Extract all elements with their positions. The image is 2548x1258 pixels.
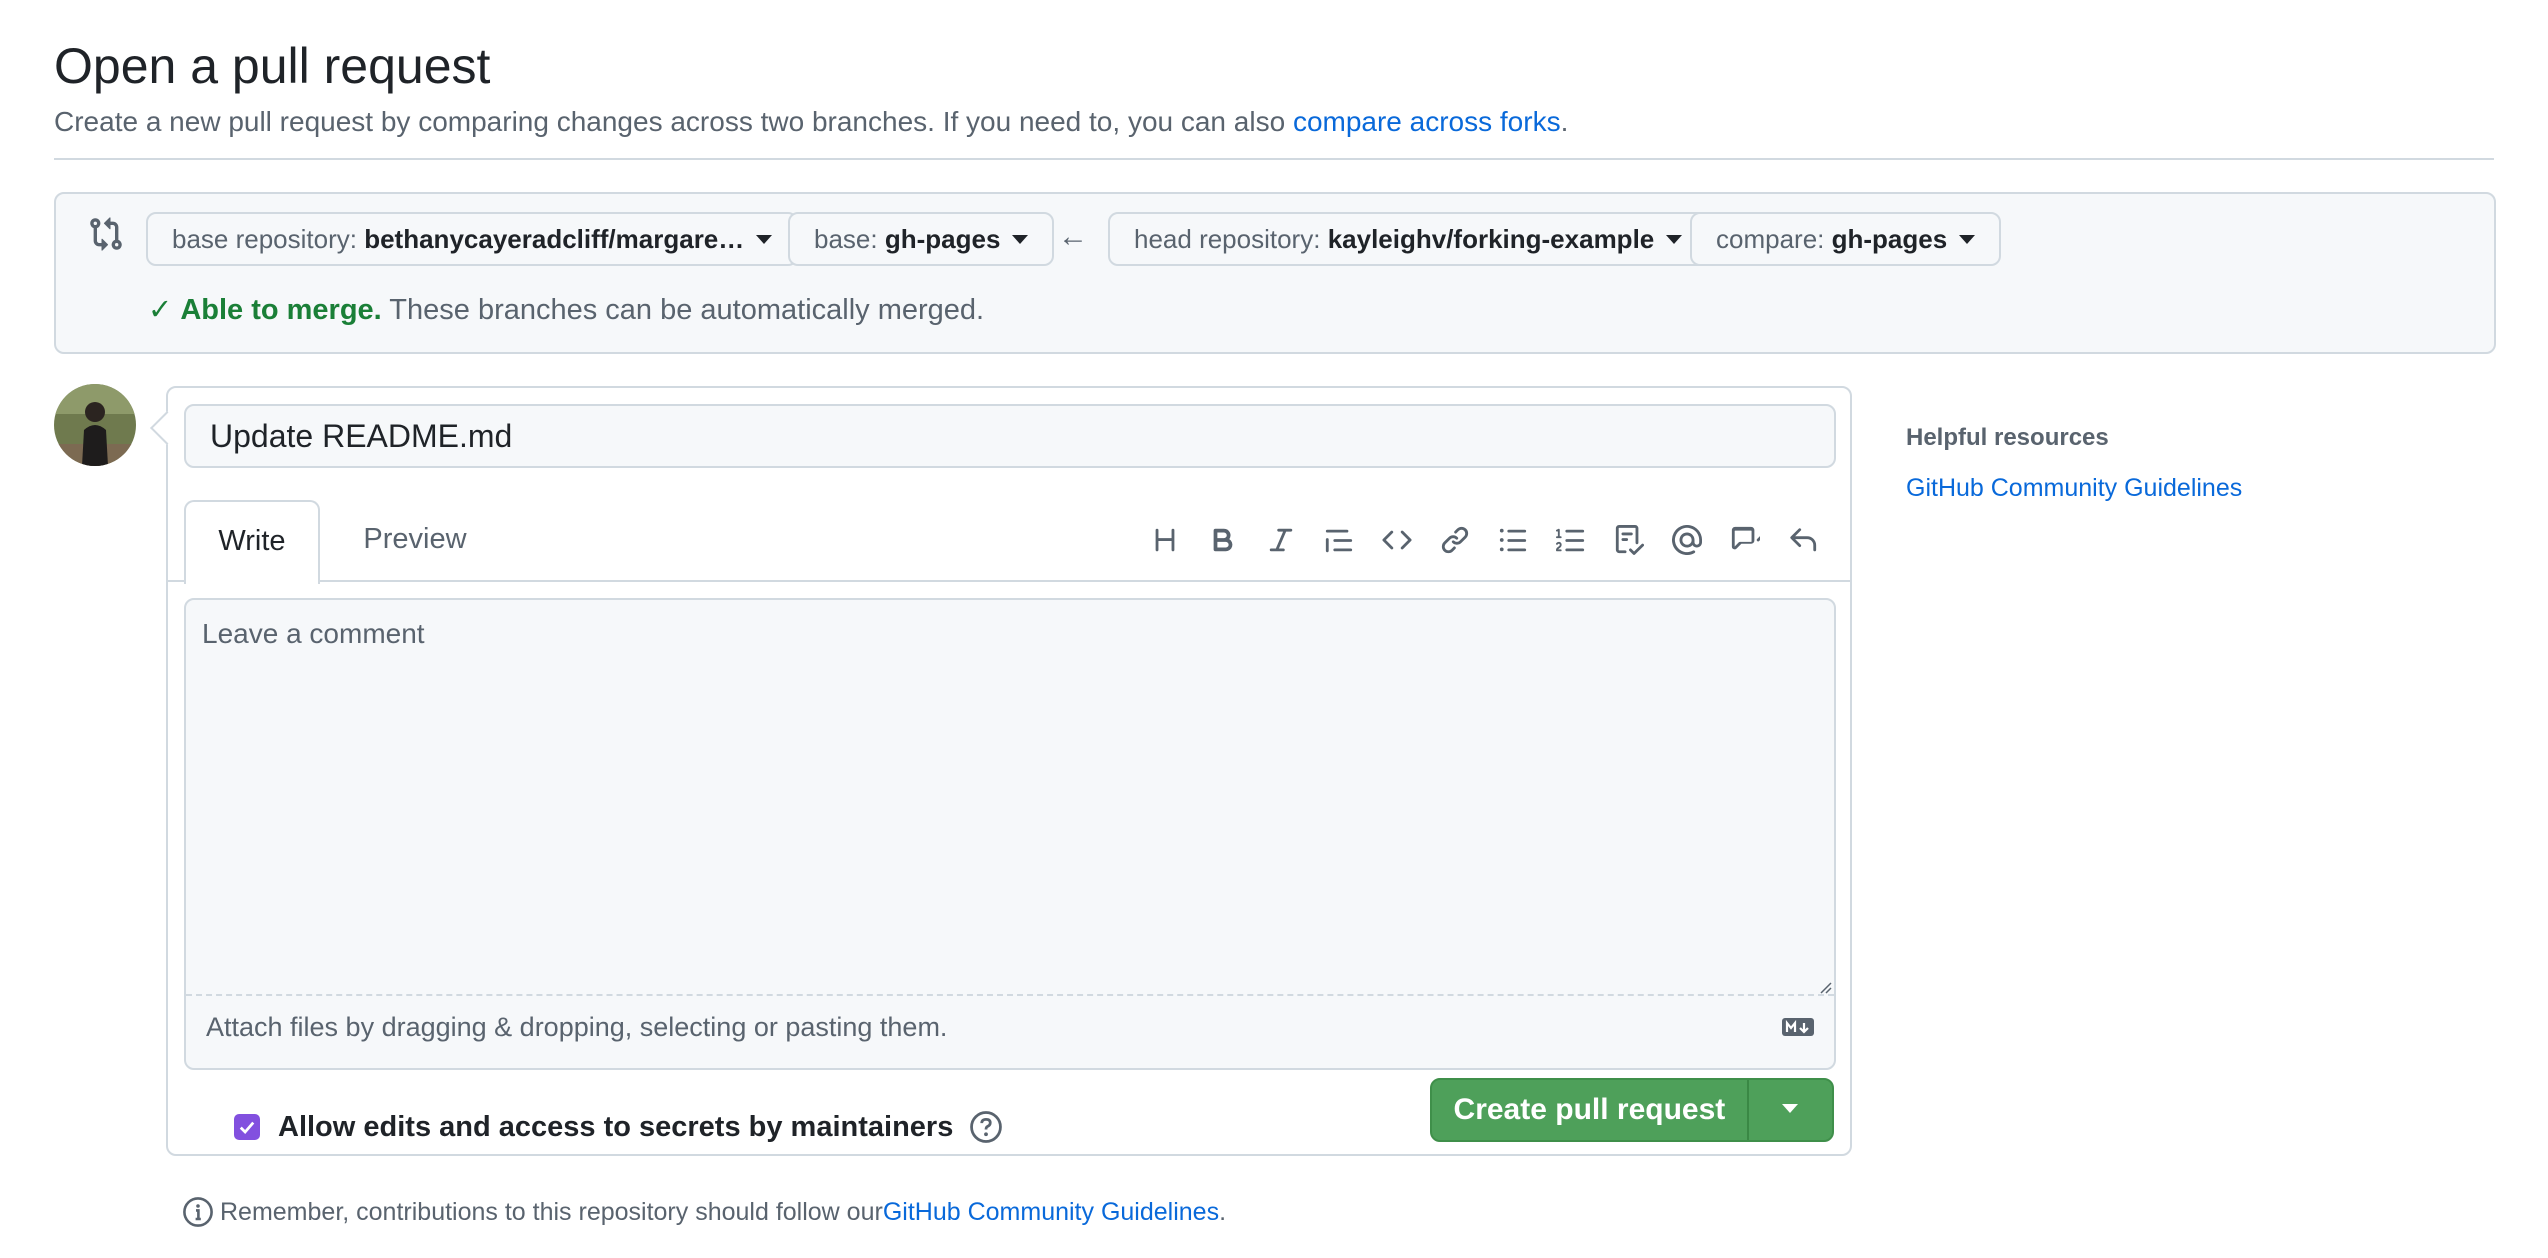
check-icon: ✓ — [148, 294, 173, 326]
allow-edits-checkbox[interactable] — [234, 1114, 260, 1140]
italic-icon[interactable] — [1252, 516, 1310, 564]
link-icon[interactable] — [1426, 516, 1484, 564]
chevron-down-icon — [1666, 234, 1683, 244]
base-repository-label: base repository: — [172, 224, 357, 254]
base-repository-select[interactable]: base repository: bethanycayeradcliff/mar… — [146, 212, 799, 266]
checkmark-icon — [239, 1121, 255, 1135]
head-repository-label: head repository: — [1134, 224, 1321, 254]
head-repository-select[interactable]: head repository: kayleighv/forking-examp… — [1108, 212, 1709, 266]
ordered-list-icon[interactable] — [1542, 516, 1600, 564]
comment-textarea[interactable]: Leave a comment — [186, 600, 1834, 996]
pr-title-input[interactable]: Update README.md — [184, 404, 1836, 468]
compare-branch-label: compare: — [1716, 224, 1825, 254]
subtitle-text: Create a new pull request by comparing c… — [54, 106, 1293, 137]
chevron-down-icon — [1782, 1103, 1799, 1113]
helpful-resources-heading: Helpful resources — [1906, 424, 2109, 451]
heading-icon[interactable] — [1136, 516, 1194, 564]
mention-icon[interactable] — [1658, 516, 1716, 564]
head-repository-value: kayleighv/forking-example — [1327, 224, 1655, 254]
create-pull-request-button[interactable]: Create pull request — [1432, 1080, 1747, 1140]
info-icon — [183, 1197, 213, 1227]
compare-branch-value: gh-pages — [1831, 224, 1948, 254]
code-icon[interactable] — [1368, 516, 1426, 564]
chevron-down-icon — [756, 234, 773, 244]
compare-branch-select[interactable]: compare: gh-pages — [1690, 212, 2002, 266]
allow-edits-option: Allow edits and access to secrets by mai… — [234, 1110, 1003, 1144]
pull-request-form: Update README.md Write Preview Leave a c… — [166, 386, 1852, 1156]
subtitle-end: . — [1560, 106, 1569, 137]
chevron-down-icon — [1959, 234, 1976, 244]
markdown-icon[interactable] — [1782, 1016, 1814, 1038]
bold-icon[interactable] — [1194, 516, 1252, 564]
header-divider — [54, 158, 2494, 160]
base-branch-value: gh-pages — [884, 224, 1001, 254]
quote-icon[interactable] — [1310, 516, 1368, 564]
tab-write[interactable]: Write — [184, 500, 320, 584]
base-branch-select[interactable]: base: gh-pages — [788, 212, 1055, 266]
avatar[interactable] — [54, 384, 136, 466]
comment-editor: Leave a comment Attach files by dragging… — [184, 598, 1836, 1070]
arrow-left-icon: ← — [1058, 220, 1088, 253]
merge-status-label: Able to merge. — [180, 294, 382, 326]
chevron-down-icon — [1012, 234, 1029, 244]
allow-edits-label[interactable]: Allow edits and access to secrets by mai… — [278, 1111, 953, 1144]
base-repository-value: bethanycayeradcliff/margare… — [364, 224, 745, 254]
base-branch-label: base: — [814, 224, 878, 254]
question-icon[interactable] — [969, 1110, 1003, 1144]
page-subtitle: Create a new pull request by comparing c… — [54, 104, 1568, 140]
tab-preview[interactable]: Preview — [340, 500, 490, 582]
cross-reference-icon[interactable] — [1716, 516, 1774, 564]
git-compare-icon — [90, 217, 122, 251]
guidelines-reminder: Remember, contributions to this reposito… — [182, 1196, 1226, 1228]
community-guidelines-link[interactable]: GitHub Community Guidelines — [883, 1198, 1219, 1227]
branch-compare-box: base repository: bethanycayeradcliff/mar… — [54, 192, 2496, 354]
tabs-divider — [168, 580, 1850, 582]
attach-files-hint[interactable]: Attach files by dragging & dropping, sel… — [206, 1012, 947, 1043]
create-pull-request-button-group: Create pull request — [1430, 1078, 1834, 1142]
resize-handle-icon[interactable] — [1816, 978, 1832, 994]
markdown-toolbar — [1136, 516, 1832, 564]
reminder-end: . — [1219, 1197, 1227, 1226]
reply-icon[interactable] — [1774, 516, 1832, 564]
create-options-dropdown[interactable] — [1746, 1080, 1832, 1140]
reminder-text: Remember, contributions to this reposito… — [220, 1197, 883, 1226]
task-list-icon[interactable] — [1600, 516, 1658, 564]
avatar-image — [54, 384, 136, 466]
compare-across-forks-link[interactable]: compare across forks — [1293, 106, 1561, 137]
merge-status: ✓ Able to merge. These branches can be au… — [148, 292, 984, 328]
page-title: Open a pull request — [54, 38, 491, 94]
unordered-list-icon[interactable] — [1484, 516, 1542, 564]
merge-status-text: These branches can be automatically merg… — [381, 294, 985, 326]
sidebar-community-guidelines-link[interactable]: GitHub Community Guidelines — [1906, 474, 2242, 503]
